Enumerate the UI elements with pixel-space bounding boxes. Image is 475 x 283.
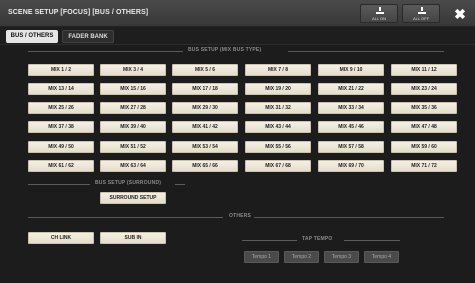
- tap-tempo-button[interactable]: Tempo 1: [244, 251, 279, 263]
- all-off-icon: [418, 7, 426, 14]
- divider: [28, 217, 223, 218]
- divider: [254, 217, 444, 218]
- mix-bus-button[interactable]: MIX 23 / 24: [391, 83, 457, 95]
- mix-bus-button[interactable]: MIX 21 / 22: [318, 83, 384, 95]
- mix-bus-button[interactable]: MIX 15 / 16: [100, 83, 166, 95]
- divider: [28, 184, 90, 185]
- mix-bus-button[interactable]: MIX 57 / 58: [318, 141, 384, 153]
- others-header: OTHERS: [0, 213, 475, 221]
- surround-header: BUS SETUP (SURROUND): [0, 180, 475, 188]
- mix-bus-button[interactable]: MIX 33 / 34: [318, 102, 384, 114]
- tap-tempo-title: TAP TEMPO: [302, 236, 333, 242]
- tab-fader-bank[interactable]: FADER BANK: [62, 30, 114, 43]
- mix-bus-button[interactable]: MIX 43 / 44: [245, 121, 311, 133]
- mix-bus-button[interactable]: MIX 7 / 8: [245, 64, 311, 76]
- close-icon: ✖: [454, 6, 466, 22]
- tap-tempo-button[interactable]: Tempo 3: [324, 251, 359, 263]
- mix-bus-button[interactable]: MIX 31 / 32: [245, 102, 311, 114]
- mix-bus-button[interactable]: MIX 69 / 70: [318, 160, 384, 172]
- close-button[interactable]: ✖: [451, 5, 469, 23]
- all-on-icon: [376, 7, 384, 14]
- mix-bus-button[interactable]: MIX 65 / 66: [172, 160, 238, 172]
- tap-tempo-button[interactable]: Tempo 4: [364, 251, 399, 263]
- mix-bus-button[interactable]: MIX 55 / 56: [245, 141, 311, 153]
- tab-bus-others[interactable]: BUS / OTHERS: [6, 30, 58, 43]
- tap-tempo-header: TAP TEMPO: [0, 236, 475, 244]
- mix-bus-button[interactable]: MIX 1 / 2: [28, 64, 94, 76]
- all-off-button[interactable]: ALL OFF: [402, 4, 440, 23]
- mix-bus-button[interactable]: MIX 53 / 54: [172, 141, 238, 153]
- tap-tempo-button[interactable]: Tempo 2: [284, 251, 319, 263]
- divider: [28, 51, 183, 52]
- all-on-button[interactable]: ALL ON: [360, 4, 398, 23]
- all-off-label: ALL OFF: [412, 16, 430, 21]
- mix-bus-button[interactable]: MIX 25 / 26: [28, 102, 94, 114]
- mix-bus-button[interactable]: MIX 67 / 68: [245, 160, 311, 172]
- divider: [344, 240, 400, 241]
- surround-setup-button[interactable]: SURROUND SETUP: [100, 192, 166, 204]
- mix-bus-button[interactable]: MIX 3 / 4: [100, 64, 166, 76]
- mix-bus-button[interactable]: MIX 19 / 20: [245, 83, 311, 95]
- mix-bus-button[interactable]: MIX 63 / 64: [100, 160, 166, 172]
- mix-bus-button[interactable]: MIX 13 / 14: [28, 83, 94, 95]
- mix-bus-button[interactable]: MIX 17 / 18: [172, 83, 238, 95]
- all-on-label: ALL ON: [371, 16, 387, 21]
- mix-bus-button[interactable]: MIX 29 / 30: [172, 102, 238, 114]
- title-bar: SCENE SETUP [FOCUS] [BUS / OTHERS] ALL O…: [0, 0, 475, 27]
- window-title: SCENE SETUP [FOCUS] [BUS / OTHERS]: [8, 9, 149, 16]
- mix-bus-button[interactable]: MIX 47 / 48: [391, 121, 457, 133]
- mix-bus-button[interactable]: MIX 37 / 38: [28, 121, 94, 133]
- divider: [288, 51, 444, 52]
- mix-bus-button[interactable]: MIX 41 / 42: [172, 121, 238, 133]
- mix-bus-button[interactable]: MIX 61 / 62: [28, 160, 94, 172]
- mix-bus-button[interactable]: MIX 9 / 10: [318, 64, 384, 76]
- mix-bus-button[interactable]: MIX 51 / 52: [100, 141, 166, 153]
- bus-setup-header: BUS SETUP (MIX BUS TYPE): [0, 47, 475, 55]
- mix-bus-button[interactable]: MIX 59 / 60: [391, 141, 457, 153]
- divider: [242, 240, 297, 241]
- mix-bus-button[interactable]: MIX 5 / 6: [172, 64, 238, 76]
- divider: [175, 184, 185, 185]
- mix-bus-button[interactable]: MIX 49 / 50: [28, 141, 94, 153]
- bus-setup-title: BUS SETUP (MIX BUS TYPE): [188, 47, 262, 53]
- mix-bus-button[interactable]: MIX 39 / 40: [100, 121, 166, 133]
- mix-bus-button[interactable]: MIX 11 / 12: [391, 64, 457, 76]
- mix-bus-button[interactable]: MIX 27 / 28: [100, 102, 166, 114]
- mix-bus-button[interactable]: MIX 35 / 36: [391, 102, 457, 114]
- mix-bus-button[interactable]: MIX 71 / 72: [391, 160, 457, 172]
- surround-title: BUS SETUP (SURROUND): [95, 180, 162, 186]
- tab-bar: BUS / OTHERS FADER BANK: [0, 27, 475, 45]
- others-title: OTHERS: [229, 213, 252, 219]
- mix-bus-button[interactable]: MIX 45 / 46: [318, 121, 384, 133]
